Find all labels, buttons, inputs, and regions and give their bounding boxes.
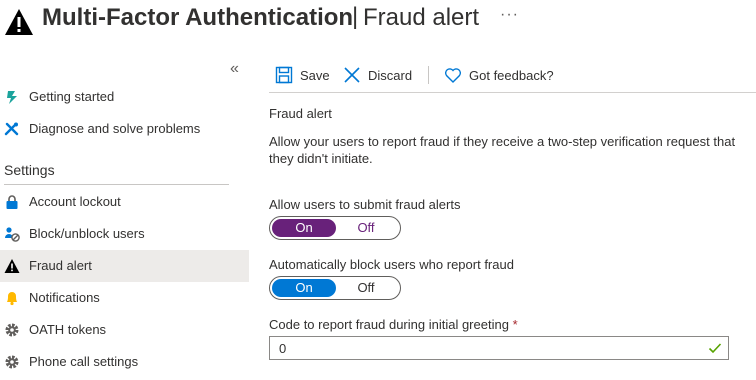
sidebar-item-label: Block/unblock users: [29, 226, 145, 241]
auto-block-toggle[interactable]: On Off: [269, 276, 401, 300]
sidebar-item-oath-tokens[interactable]: OATH tokens: [0, 314, 249, 346]
allow-fraud-alerts-toggle[interactable]: On Off: [269, 216, 401, 240]
auto-block-label: Automatically block users who report fra…: [269, 257, 514, 272]
sidebar-item-label: Diagnose and solve problems: [29, 121, 201, 136]
save-label: Save: [300, 68, 330, 83]
checkmark-icon: [708, 343, 722, 354]
page-header: Multi-Factor Authentication | Fraud aler…: [0, 0, 756, 40]
command-bar: Save Discard Got feedback?: [269, 58, 756, 92]
fraud-code-label: Code to report fraud during initial gree…: [269, 317, 518, 332]
feedback-label: Got feedback?: [469, 68, 554, 83]
sidebar-item-label: OATH tokens: [29, 322, 107, 337]
discard-label: Discard: [368, 68, 413, 83]
close-icon: [344, 67, 360, 83]
sidebar-item-notifications[interactable]: Notifications: [0, 282, 249, 314]
toggle-on-option[interactable]: On: [272, 279, 336, 297]
section-heading: Fraud alert: [269, 106, 332, 121]
sidebar-item-block-unblock[interactable]: Block/unblock users: [0, 218, 249, 250]
collapse-sidebar-button[interactable]: «: [230, 60, 239, 78]
fraud-code-input[interactable]: 0: [269, 336, 729, 360]
feedback-button[interactable]: Got feedback?: [444, 66, 564, 86]
section-description: Allow your users to report fraud if they…: [269, 134, 736, 166]
gear-icon: [5, 323, 19, 337]
rocket-icon: [7, 91, 17, 104]
discard-button[interactable]: Discard: [343, 66, 423, 86]
toggle-off-option[interactable]: Off: [334, 279, 398, 297]
sidebar-item-fraud-alert[interactable]: Fraud alert: [0, 250, 249, 282]
divider: [4, 184, 229, 185]
users-block-icon: [5, 227, 20, 242]
sidebar-item-label: Account lockout: [29, 194, 121, 209]
save-icon: [275, 66, 293, 84]
fraud-code-label-text: Code to report fraud during initial gree…: [269, 317, 509, 332]
page-title: Multi-Factor Authentication: [42, 4, 354, 31]
sidebar-item-account-lockout[interactable]: Account lockout: [0, 186, 249, 218]
warning-icon: [4, 259, 20, 273]
required-indicator: *: [512, 317, 518, 332]
title-separator: |: [352, 3, 359, 30]
wrench-icon: [4, 122, 19, 136]
sidebar-item-label: Phone call settings: [29, 354, 139, 369]
sidebar-item-label: Getting started: [29, 89, 115, 104]
lock-icon: [6, 195, 18, 209]
settings-section-title: Settings: [4, 162, 55, 178]
page-subtitle: Fraud alert: [363, 4, 480, 31]
sidebar-item-diagnose[interactable]: Diagnose and solve problems: [0, 113, 249, 145]
fraud-code-value: 0: [279, 341, 287, 356]
toggle-off-option[interactable]: Off: [334, 219, 398, 237]
more-options-button[interactable]: ···: [500, 6, 519, 24]
allow-fraud-alerts-label: Allow users to submit fraud alerts: [269, 197, 461, 212]
gear-icon: [5, 355, 19, 369]
toolbar-separator: [428, 66, 429, 84]
sidebar-item-label: Fraud alert: [29, 258, 92, 273]
heart-icon: [444, 68, 462, 83]
sidebar-item-label: Notifications: [29, 290, 100, 305]
sidebar-item-phone-call-settings[interactable]: Phone call settings: [0, 346, 249, 378]
warning-icon: [5, 9, 33, 35]
save-button[interactable]: Save: [275, 66, 337, 86]
sidebar-item-getting-started[interactable]: Getting started: [0, 81, 249, 113]
toggle-on-option[interactable]: On: [272, 219, 336, 237]
toolbar-divider: [269, 92, 756, 93]
bell-icon: [7, 292, 17, 306]
